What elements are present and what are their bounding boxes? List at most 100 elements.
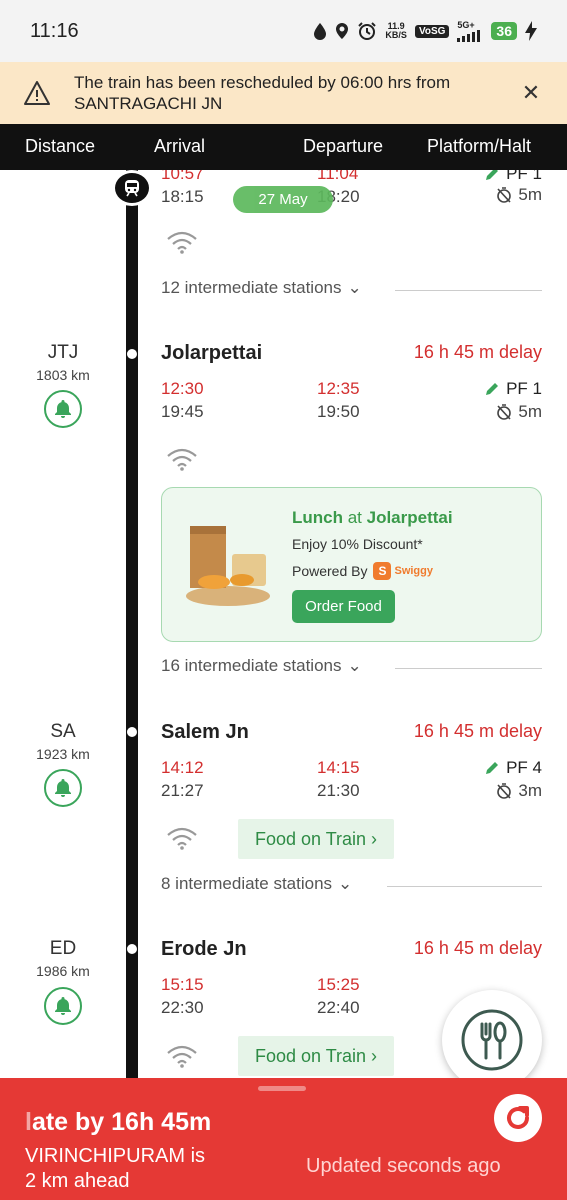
halt-info: 5m: [496, 185, 542, 205]
header-distance: Distance: [25, 136, 96, 156]
status-bar: 11:16 11.9 KB/S VoSG 5G+ 36: [0, 0, 567, 62]
timeline-rail: [126, 170, 138, 1078]
header-arrival: Arrival: [154, 136, 206, 156]
refresh-button[interactable]: [494, 1094, 542, 1142]
schedule-list[interactable]: 10:57 18:15 11:04 18:20 PF 1 5m 27 May 1…: [0, 170, 567, 1078]
net-speed: 11.9 KB/S: [385, 21, 407, 40]
station-name: Salem Jn: [161, 721, 249, 743]
arrival-scheduled: 14:12: [161, 758, 204, 777]
departure-scheduled: 11:04: [317, 170, 359, 183]
wifi-icon: [167, 827, 197, 850]
intermediate-stations-toggle[interactable]: 12 intermediate stations ⌄: [161, 278, 362, 298]
signal-icon: 5G+: [457, 20, 483, 42]
order-food-button[interactable]: Order Food: [292, 590, 395, 623]
food-bag-icon: [186, 526, 270, 606]
warning-icon: [24, 81, 50, 105]
divider: [395, 668, 542, 669]
pencil-icon: [486, 762, 499, 774]
halt-info: 3m: [496, 781, 542, 801]
station-dot: [127, 944, 137, 954]
volte-badge: VoSG: [414, 24, 450, 38]
intermediate-stations-toggle[interactable]: 16 intermediate stations ⌄: [161, 656, 362, 676]
food-on-train-button[interactable]: Food on Train ›: [238, 819, 394, 859]
delay-text: 16 h 45 m delay: [413, 938, 542, 958]
fork-spoon-icon: [461, 1009, 523, 1071]
station-code: SA: [50, 721, 76, 742]
reschedule-banner: The train has been rescheduled by 06:00 …: [0, 62, 567, 124]
food-fab-button[interactable]: [442, 990, 542, 1078]
food-on-train-button[interactable]: Food on Train ›: [238, 1036, 394, 1076]
header-departure: Departure: [303, 136, 384, 156]
station-distance: 1986 km: [36, 963, 90, 979]
train-icon: [112, 170, 152, 206]
late-status: late by 16h 45m: [25, 1108, 212, 1136]
pencil-icon: [486, 383, 499, 395]
food-card-title: Lunch at Jolarpettai: [292, 508, 453, 527]
schedule-header: Distance Arrival Departure Platform/Halt: [0, 124, 567, 170]
arrival-scheduled: 10:57: [161, 170, 204, 183]
status-icons: 11.9 KB/S VoSG 5G+ 36: [313, 20, 537, 42]
timer-off-icon: [497, 404, 512, 420]
food-offer-card[interactable]: Lunch at Jolarpettai Enjoy 10% Discount*…: [161, 487, 542, 642]
chevron-down-icon: ⌄: [347, 656, 362, 675]
banner-message: The train has been rescheduled by 06:00 …: [74, 73, 451, 113]
drop-icon: [314, 23, 327, 40]
station-dot: [127, 349, 137, 359]
chevron-down-icon: ⌄: [338, 874, 353, 893]
departure-actual: 21:30: [317, 781, 360, 800]
wifi-icon: [167, 1045, 197, 1068]
refresh-icon: [507, 1106, 529, 1129]
station-distance: 1923 km: [36, 746, 90, 762]
bell-icon[interactable]: [44, 987, 82, 1025]
delay-text: 16 h 45 m delay: [413, 721, 542, 741]
station-name: Erode Jn: [161, 938, 247, 960]
arrival-actual: 22:30: [161, 998, 204, 1017]
arrival-actual: 19:45: [161, 402, 204, 421]
platform-info: PF 1: [484, 379, 542, 399]
bell-icon[interactable]: [44, 390, 82, 428]
departure-scheduled: 12:35: [317, 379, 360, 398]
arrival-actual: 21:27: [161, 781, 204, 800]
station-distance: 1803 km: [36, 367, 90, 383]
next-station-info: VIRINCHIPURAM is 2 km ahead: [25, 1145, 206, 1192]
food-card-discount: Enjoy 10% Discount*: [292, 536, 423, 552]
pencil-icon: [486, 170, 499, 180]
alarm-icon: [358, 22, 377, 40]
delay-text: 16 h 45 m delay: [413, 342, 542, 362]
arrival-actual: 18:15: [161, 187, 204, 206]
platform-info: PF 1: [484, 170, 542, 184]
intermediate-stations-toggle[interactable]: 8 intermediate stations ⌄: [161, 874, 352, 894]
platform-info: PF 4: [484, 758, 542, 778]
chevron-down-icon: ⌄: [347, 278, 362, 297]
timer-off-icon: [497, 187, 512, 203]
arrival-scheduled: 15:15: [161, 975, 204, 994]
close-icon[interactable]: ✕: [519, 80, 543, 106]
date-pill: 27 May: [233, 186, 333, 213]
station-dot: [127, 727, 137, 737]
station-code: JTJ: [47, 342, 79, 363]
arrival-scheduled: 12:30: [161, 379, 204, 398]
wifi-icon: [167, 448, 197, 471]
divider: [387, 886, 542, 887]
live-status-panel[interactable]: late by 16h 45m VIRINCHIPURAM is 2 km ah…: [0, 1078, 567, 1200]
station-name: Jolarpettai: [161, 342, 263, 364]
charging-icon: [525, 21, 537, 41]
drag-handle[interactable]: [258, 1086, 306, 1091]
location-pin-icon: [336, 23, 349, 39]
wifi-icon: [167, 231, 197, 254]
station-code: ED: [49, 938, 77, 959]
departure-actual: 19:50: [317, 402, 360, 421]
bell-icon[interactable]: [44, 769, 82, 807]
powered-by: Powered By S Swiggy: [292, 562, 433, 580]
timer-off-icon: [497, 783, 512, 799]
halt-info: 5m: [496, 402, 542, 422]
divider: [395, 290, 542, 291]
departure-actual: 22:40: [317, 998, 360, 1017]
departure-scheduled: 15:25: [317, 975, 360, 994]
updated-text: Updated seconds ago: [306, 1155, 501, 1177]
status-time: 11:16: [30, 19, 79, 42]
departure-scheduled: 14:15: [317, 758, 360, 777]
battery-badge: 36: [491, 22, 517, 40]
header-platform: Platform/Halt: [427, 136, 532, 156]
swiggy-logo: S Swiggy: [373, 562, 433, 580]
